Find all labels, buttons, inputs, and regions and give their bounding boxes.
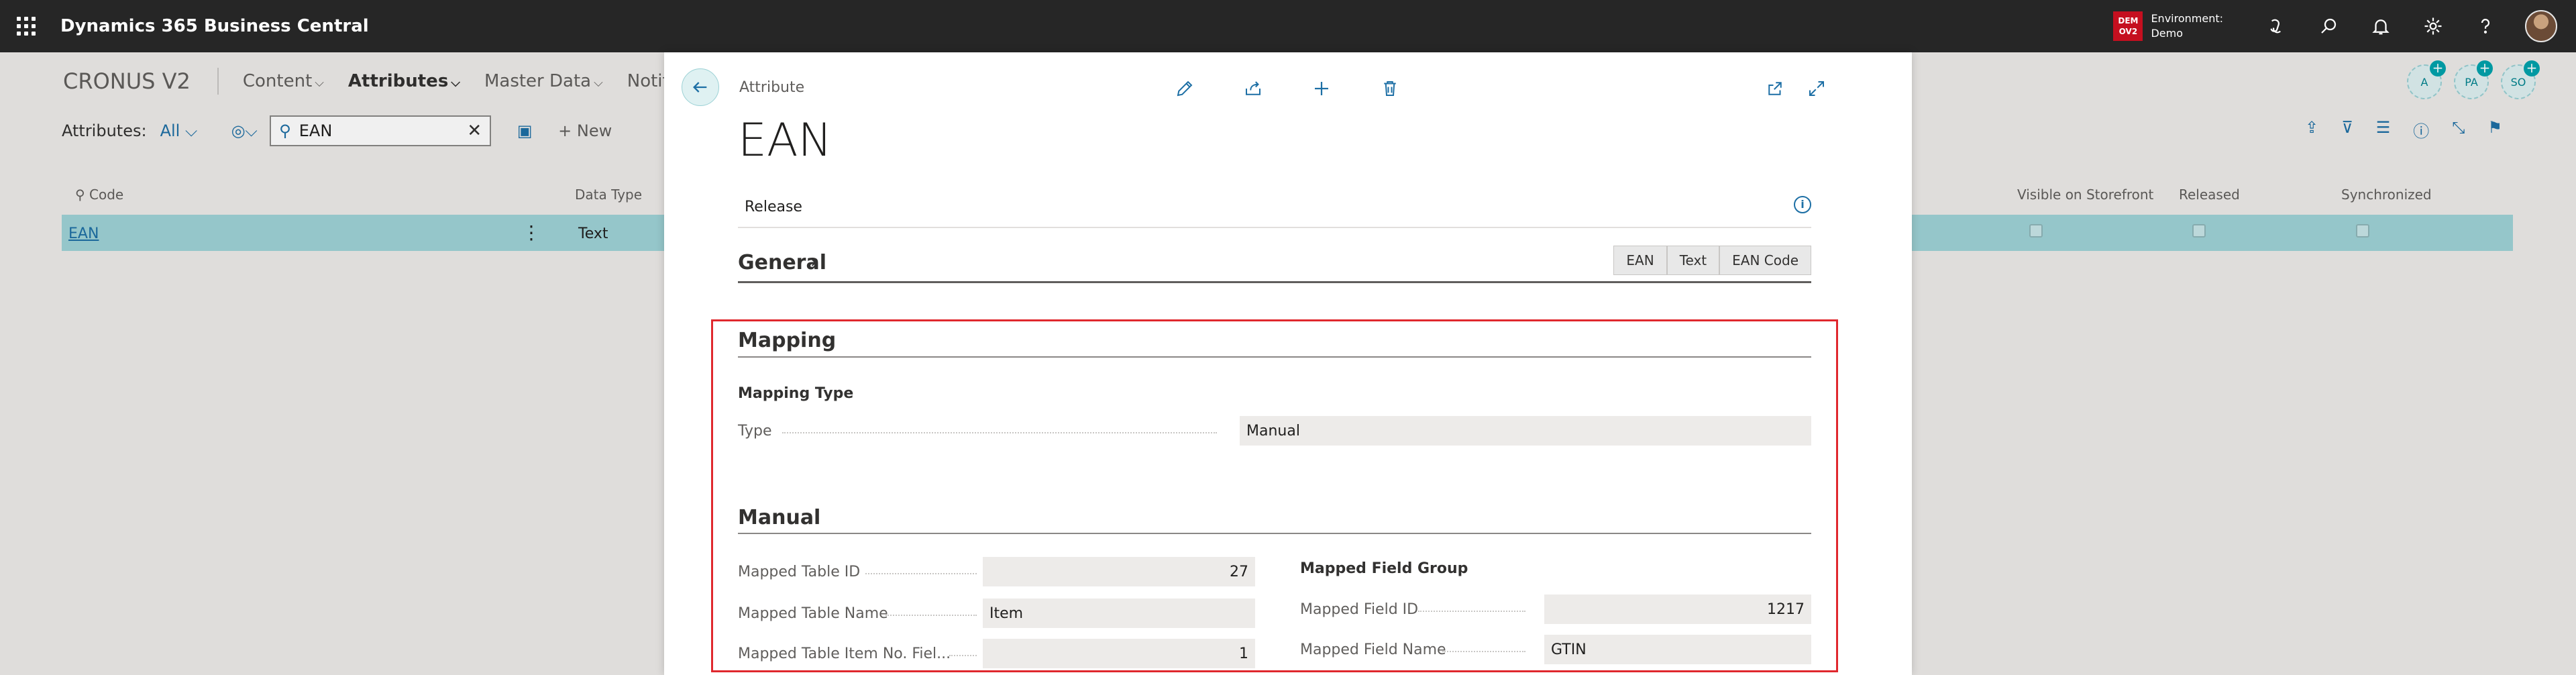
- expand-button[interactable]: [1803, 75, 1830, 102]
- search-button[interactable]: [2302, 0, 2355, 52]
- field-leader: [1442, 651, 1525, 652]
- field-leader: [782, 432, 1217, 433]
- type-label: Type: [738, 423, 772, 439]
- mapped-field-name-field[interactable]: GTIN: [1544, 635, 1811, 664]
- environment-badge[interactable]: DEM OV2: [2113, 11, 2143, 41]
- attribute-card: Attribute EAN Release i General › EAN Te…: [664, 52, 1912, 675]
- mapped-field-id-field[interactable]: 1217: [1544, 594, 1811, 624]
- settings-button[interactable]: [2407, 0, 2459, 52]
- field-leader: [1418, 611, 1525, 612]
- mapped-field-id-label: Mapped Field ID: [1300, 601, 1419, 618]
- new-button[interactable]: [1308, 75, 1335, 102]
- mapped-table-id-field[interactable]: 27: [983, 557, 1255, 586]
- release-row: Release i: [738, 187, 1811, 228]
- mapping-type-heading: Mapping Type: [738, 385, 854, 402]
- chip-data-type: Text: [1666, 246, 1720, 275]
- info-icon[interactable]: i: [1794, 196, 1811, 213]
- plus-icon: [1315, 82, 1328, 95]
- notifications-button[interactable]: [2355, 0, 2407, 52]
- chip-code: EAN: [1613, 246, 1667, 275]
- trash-icon: [1384, 81, 1396, 96]
- app-title: Dynamics 365 Business Central: [60, 16, 369, 36]
- manual-divider: [738, 533, 1811, 534]
- mapping-heading[interactable]: Mapping: [738, 329, 836, 352]
- mapped-field-name-label: Mapped Field Name: [1300, 641, 1446, 658]
- bell-icon: [2372, 19, 2390, 35]
- copilot-icon: [2270, 19, 2282, 34]
- mapped-table-item-no-label: Mapped Table Item No. Fiel...: [738, 645, 951, 662]
- gear-icon: [2424, 17, 2442, 35]
- open-new-window-button[interactable]: [1762, 75, 1788, 102]
- mapped-table-name-field[interactable]: Item: [983, 599, 1255, 628]
- manual-heading[interactable]: Manual: [738, 506, 820, 529]
- edit-button[interactable]: [1171, 75, 1198, 102]
- type-field[interactable]: Manual: [1240, 416, 1811, 446]
- help-icon: [2481, 19, 2490, 34]
- copilot-button[interactable]: [2250, 0, 2302, 52]
- chip-description: EAN Code: [1719, 246, 1811, 275]
- back-button[interactable]: [682, 68, 719, 106]
- general-section-header[interactable]: General › EAN Text EAN Code: [738, 246, 1811, 283]
- search-icon: [2321, 18, 2337, 34]
- mapped-table-name-label: Mapped Table Name: [738, 605, 888, 622]
- app-launcher-button[interactable]: [0, 0, 52, 52]
- mapped-table-item-no-field[interactable]: 1: [983, 639, 1255, 668]
- app-bar: Dynamics 365 Business Central DEM OV2 En…: [0, 0, 2576, 52]
- help-button[interactable]: [2459, 0, 2512, 52]
- release-label[interactable]: Release: [745, 199, 802, 215]
- page-title: EAN: [738, 114, 833, 167]
- expand-icon: [1809, 81, 1824, 96]
- general-summary-chips: EAN Text EAN Code: [1613, 246, 1811, 275]
- share-icon: [1246, 81, 1260, 95]
- delete-button[interactable]: [1377, 75, 1403, 102]
- mapped-field-group-heading: Mapped Field Group: [1300, 560, 1468, 577]
- field-leader: [885, 615, 977, 616]
- field-leader: [949, 655, 977, 656]
- open-in-new-icon: [1768, 82, 1782, 95]
- arrow-left-icon: [693, 82, 707, 93]
- mapped-table-id-label: Mapped Table ID: [738, 564, 861, 580]
- breadcrumb: Attribute: [739, 79, 805, 96]
- field-leader: [865, 573, 977, 574]
- share-button[interactable]: [1240, 75, 1267, 102]
- user-avatar[interactable]: [2525, 10, 2557, 42]
- chevron-right-icon[interactable]: ›: [810, 252, 817, 272]
- mapping-divider: [738, 356, 1811, 358]
- pencil-icon: [1177, 81, 1193, 97]
- environment-info[interactable]: Environment: Demo: [2151, 11, 2223, 41]
- waffle-icon: [17, 17, 36, 36]
